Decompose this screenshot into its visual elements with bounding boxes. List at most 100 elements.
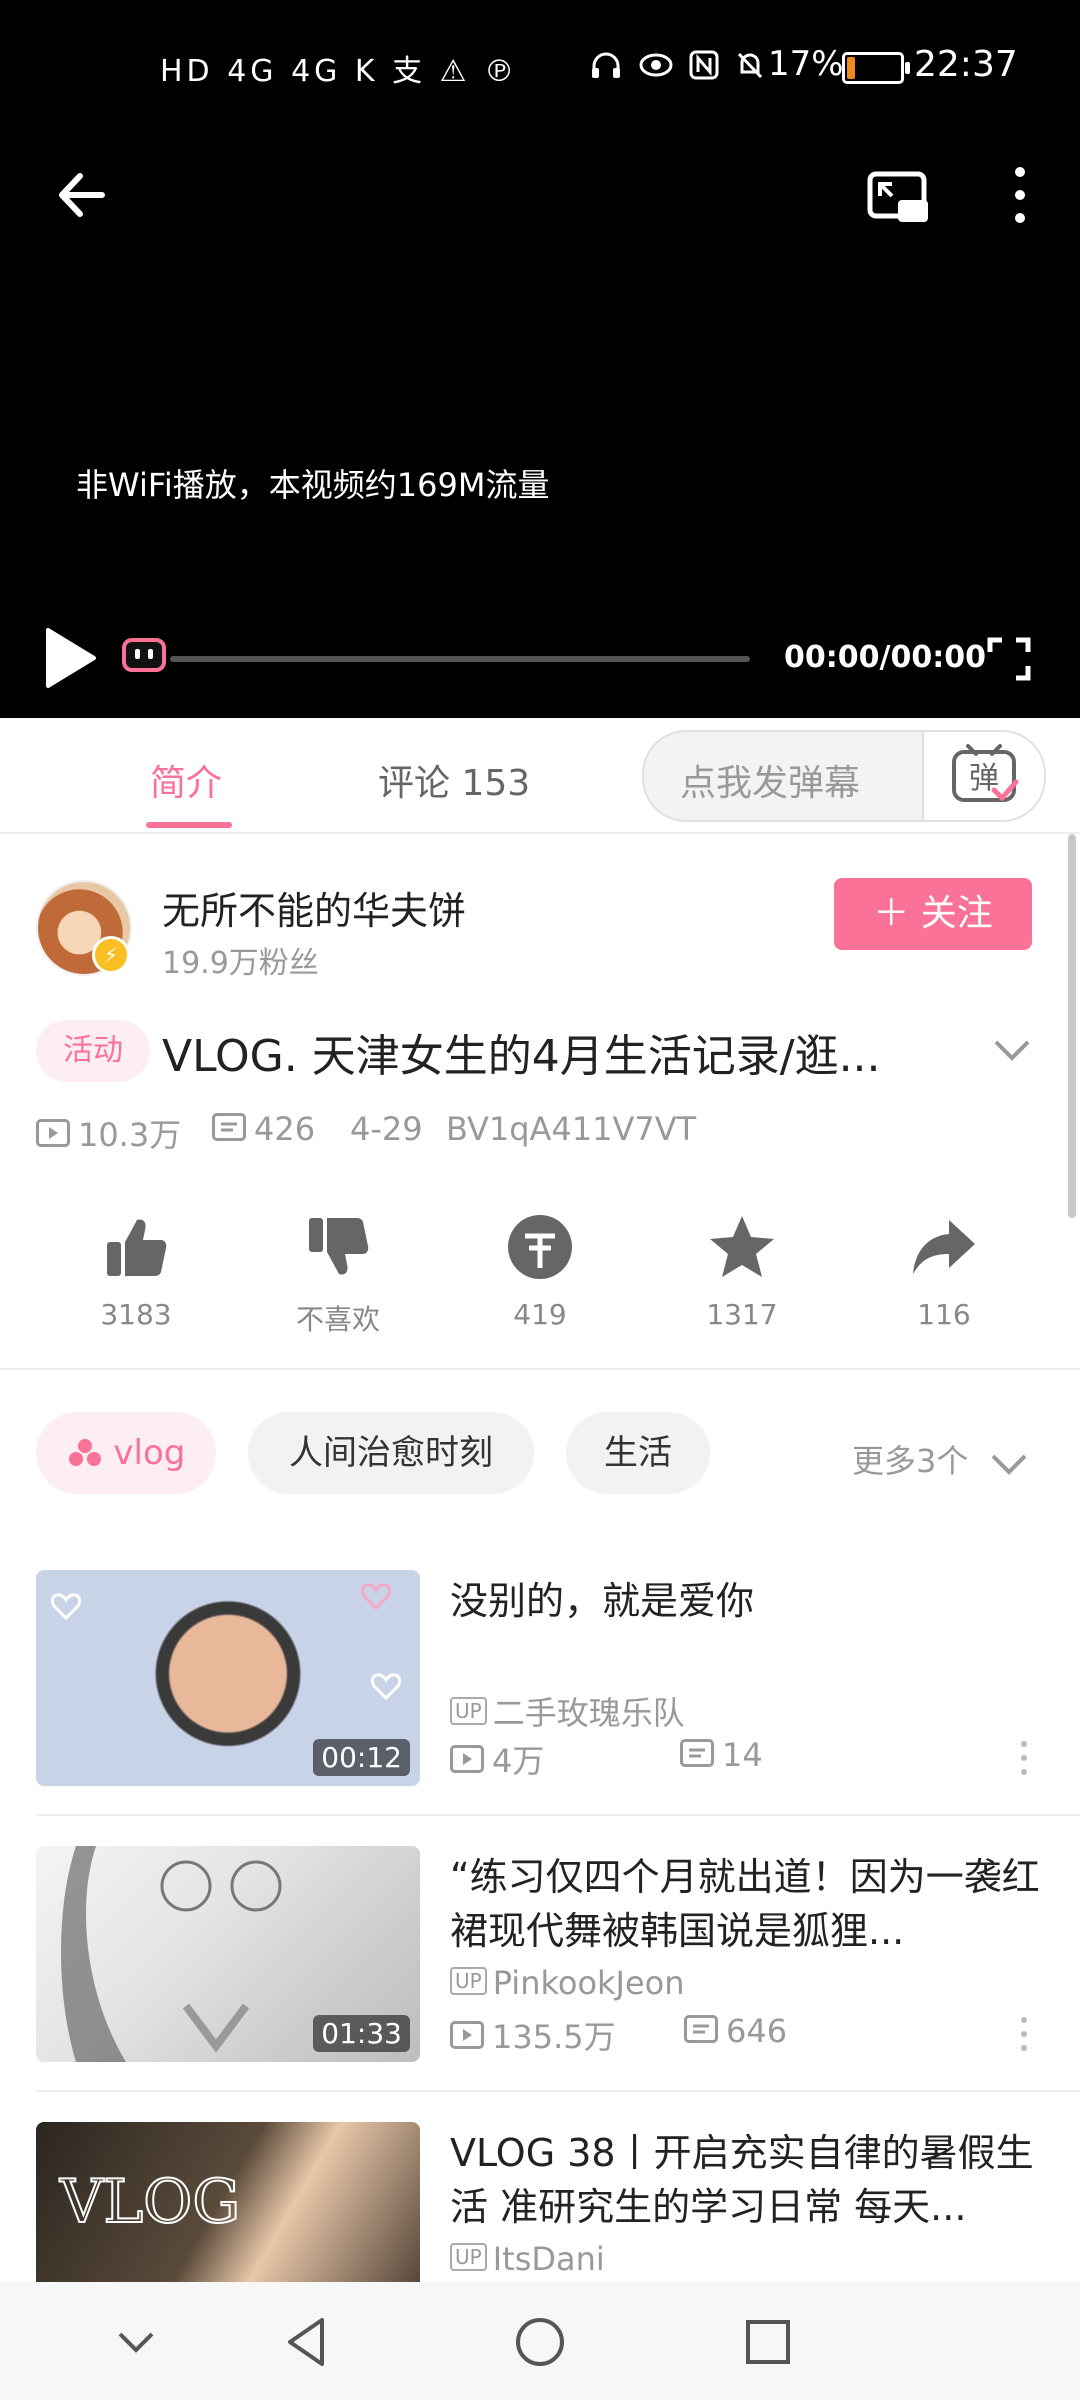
data-usage-notice: 非WiFi播放，本视频约169M流量 <box>76 466 550 504</box>
up-badge-icon: UP <box>450 1697 487 1725</box>
more-vertical-icon[interactable] <box>1012 2014 1036 2054</box>
clock: 22:37 <box>914 44 1018 85</box>
danmaku-send-button[interactable]: 弹 <box>922 732 1044 820</box>
thumbs-up-icon <box>107 1219 167 1276</box>
related-video-3[interactable]: VLOG VLOG 38丨开启充实自律的暑假生活 准研究生的学习日常 每天...… <box>0 2122 1080 2282</box>
more-vertical-icon[interactable] <box>1012 1738 1036 1778</box>
tag-vlog-label: vlog <box>113 1433 186 1473</box>
hide-keyboard-chevron-icon[interactable] <box>106 2312 166 2372</box>
expand-description-button[interactable] <box>990 1030 1034 1070</box>
bvid: BV1qA411V7VT <box>446 1110 697 1148</box>
nfc-icon <box>689 50 719 79</box>
coin-count: 419 <box>513 1298 567 1331</box>
related-video-views: 135.5万 <box>450 2012 616 2058</box>
headset-icon <box>592 52 620 78</box>
related-video-uploader: UP ItsDani <box>450 2240 605 2278</box>
mute-bell-icon <box>737 52 762 78</box>
eye-icon <box>639 53 673 76</box>
play-button[interactable] <box>40 626 100 690</box>
favorite-button[interactable]: 1317 <box>672 1212 812 1332</box>
dislike-button[interactable]: 不喜欢 <box>268 1212 408 1336</box>
video-duration: 00:12 <box>313 1739 410 1776</box>
danmaku-count: 426 <box>212 1110 315 1148</box>
battery-percent: 17% <box>768 44 844 84</box>
star-icon <box>710 1216 774 1277</box>
status-bar: HD 4G 4G K 支 ⚠ ℗ 17% 22:37 <box>0 0 1080 120</box>
coin-button[interactable]: 419 <box>470 1212 610 1332</box>
back-button[interactable] <box>50 160 120 230</box>
chevron-down-icon <box>994 1040 1030 1061</box>
chevron-down-icon <box>991 1454 1026 1475</box>
related-video-title: VLOG 38丨开启充实自律的暑假生活 准研究生的学习日常 每天... <box>450 2131 1034 2229</box>
related-video-2[interactable]: 01:33 “练习仅四个月就出道！因为一袭红裙现代舞被韩国说是狐狸... UP P… <box>0 1846 1080 2066</box>
related-video-title: 没别的，就是爱你 <box>450 1579 755 1623</box>
up-badge-icon: UP <box>450 2243 487 2271</box>
fullscreen-icon <box>987 637 1031 681</box>
like-button[interactable]: 3183 <box>66 1212 206 1332</box>
publish-date: 4-29 <box>350 1110 423 1148</box>
play-count-icon <box>450 2021 484 2049</box>
related-video-uploader: UP PinkookJeon <box>450 1964 685 2002</box>
system-nav-bar <box>0 2282 1080 2400</box>
related-video-1[interactable]: 00:12 没别的，就是爱你 UP 二手玫瑰乐队 4万 14 <box>0 1570 1080 1790</box>
danmaku-count-icon <box>212 1113 246 1141</box>
pip-button[interactable] <box>864 164 934 234</box>
nav-back-icon[interactable] <box>278 2312 338 2372</box>
view-count: 10.3万 <box>36 1110 181 1156</box>
more-options-button[interactable] <box>1000 160 1040 230</box>
arrow-left-icon <box>59 173 105 217</box>
picture-in-picture-icon <box>867 171 928 222</box>
network-icons: HD 4G 4G K 支 ⚠ ℗ <box>160 54 519 89</box>
related-video-danmaku: 14 <box>680 1736 763 1774</box>
danmaku-input[interactable]: 点我发弹幕 弹 <box>642 730 1046 822</box>
danmaku-count-icon <box>680 1739 714 1767</box>
danmaku-settings-icon: 弹 <box>952 744 1019 802</box>
tag-life[interactable]: 生活 <box>566 1412 710 1494</box>
related-video-uploader: UP 二手玫瑰乐队 <box>450 1688 685 1734</box>
system-icons <box>590 46 765 81</box>
divider <box>0 1368 1080 1370</box>
vlog-tag-icon <box>68 1438 101 1466</box>
coin-icon <box>508 1215 572 1279</box>
fullscreen-button[interactable] <box>984 634 1034 684</box>
more-vertical-icon <box>1015 167 1025 223</box>
tab-intro[interactable]: 简介 <box>150 754 222 806</box>
tags-more-button[interactable]: 更多3个 <box>852 1436 1029 1482</box>
dislike-label: 不喜欢 <box>295 1303 380 1336</box>
danmaku-count-icon <box>684 2015 718 2043</box>
progress-bar[interactable] <box>170 656 750 662</box>
video-title: VLOG. 天津女生的4月生活记录/逛... <box>162 1031 881 1082</box>
danmaku-placeholder: 点我发弹幕 <box>680 763 861 804</box>
share-arrow-icon <box>913 1220 975 1274</box>
follow-button[interactable]: ＋ 关注 <box>834 878 1032 950</box>
video-thumbnail[interactable]: 00:12 <box>36 1570 420 1786</box>
play-icon <box>46 628 96 688</box>
active-tab-indicator <box>146 822 232 828</box>
tags-more-label: 更多3个 <box>852 1442 969 1480</box>
tab-comments[interactable]: 评论 153 <box>378 754 530 806</box>
video-thumbnail[interactable]: VLOG <box>36 2122 420 2282</box>
favorite-count: 1317 <box>706 1298 778 1331</box>
nav-recents-icon[interactable] <box>738 2312 798 2372</box>
danmaku-toggle[interactable] <box>120 634 168 674</box>
time-display: 00:00/00:00 <box>784 640 986 675</box>
thumbs-down-icon <box>309 1218 369 1275</box>
share-count: 116 <box>917 1298 971 1331</box>
divider <box>36 2090 1080 2092</box>
related-video-title: “练习仅四个月就出道！因为一袭红裙现代舞被韩国说是狐狸... <box>450 1855 1040 1953</box>
scrollbar[interactable] <box>1068 834 1076 1218</box>
activity-badge[interactable]: 活动 <box>36 1020 150 1082</box>
uploader-name[interactable]: 无所不能的华夫饼 <box>162 880 466 935</box>
lightning-badge-icon: ⚡ <box>92 936 130 974</box>
tv-danmaku-icon <box>122 638 166 672</box>
nav-home-icon[interactable] <box>510 2312 570 2372</box>
vlog-watermark-icon: VLOG <box>58 2166 241 2238</box>
video-thumbnail[interactable]: 01:33 <box>36 1846 420 2062</box>
battery-icon <box>842 52 910 84</box>
related-video-views: 4万 <box>450 1736 544 1782</box>
share-button[interactable]: 116 <box>874 1212 1014 1332</box>
divider <box>36 1814 1080 1816</box>
play-count-icon <box>36 1119 70 1147</box>
tag-vlog[interactable]: vlog <box>36 1412 216 1494</box>
tag-healing[interactable]: 人间治愈时刻 <box>248 1412 534 1494</box>
